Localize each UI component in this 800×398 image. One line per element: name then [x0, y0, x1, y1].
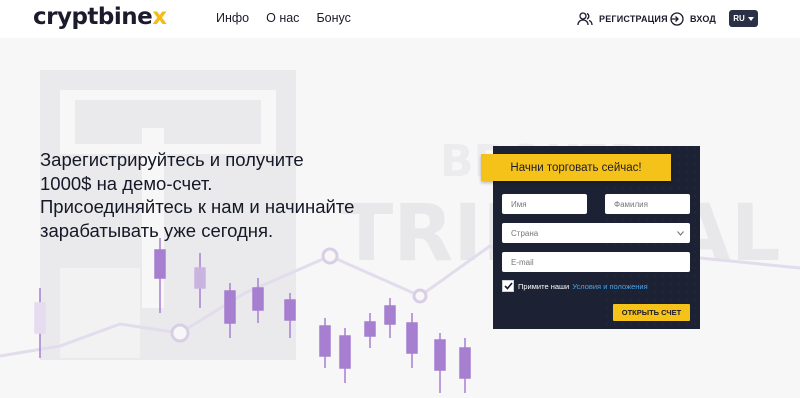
site-header: cryptbinex Инфо О нас Бонус РЕГИСТРАЦИЯ … — [0, 0, 800, 38]
login-link[interactable]: ВХОД — [670, 12, 716, 26]
check-icon — [503, 282, 513, 290]
terms-row: Примите наши Условия и положения — [502, 280, 648, 292]
language-selector[interactable]: RU — [729, 10, 758, 27]
register-link[interactable]: РЕГИСТРАЦИЯ — [577, 12, 668, 26]
open-account-button[interactable]: ОТКРЫТЬ СЧЕТ — [613, 304, 690, 321]
nav-bonus[interactable]: Бонус — [316, 11, 350, 25]
main-nav: Инфо О нас Бонус — [216, 11, 368, 25]
terms-checkbox[interactable] — [502, 280, 514, 292]
chevron-down-icon — [747, 16, 754, 21]
nav-info[interactable]: Инфо — [216, 11, 249, 25]
login-arrow-icon — [670, 12, 684, 26]
email-field[interactable]: E-mail — [502, 252, 690, 272]
country-select[interactable]: Страна — [502, 223, 690, 243]
signup-form: Начни торговать сейчас! Имя Фамилия Стра… — [481, 146, 700, 329]
first-name-field[interactable]: Имя — [502, 194, 587, 214]
users-icon — [577, 12, 593, 26]
hero-headline: Зарегистрируйтесь и получите 1000$ на де… — [40, 149, 355, 241]
last-name-field[interactable]: Фамилия — [605, 194, 690, 214]
last-name-placeholder: Фамилия — [614, 199, 648, 209]
lang-label: RU — [733, 14, 745, 23]
logo-text: cryptbine — [33, 4, 153, 30]
terms-text: Примите наши — [518, 281, 570, 291]
register-label: РЕГИСТРАЦИЯ — [599, 14, 668, 24]
email-placeholder: E-mail — [511, 257, 534, 267]
logo-x: x — [152, 4, 167, 30]
country-placeholder: Страна — [511, 228, 539, 238]
logo[interactable]: cryptbinex — [33, 4, 167, 30]
first-name-placeholder: Имя — [511, 199, 527, 209]
chevron-down-icon — [677, 230, 684, 236]
nav-about[interactable]: О нас — [266, 11, 299, 25]
terms-link[interactable]: Условия и положения — [572, 282, 647, 291]
cta-banner: Начни торговать сейчас! — [481, 154, 671, 181]
login-label: ВХОД — [690, 14, 717, 24]
